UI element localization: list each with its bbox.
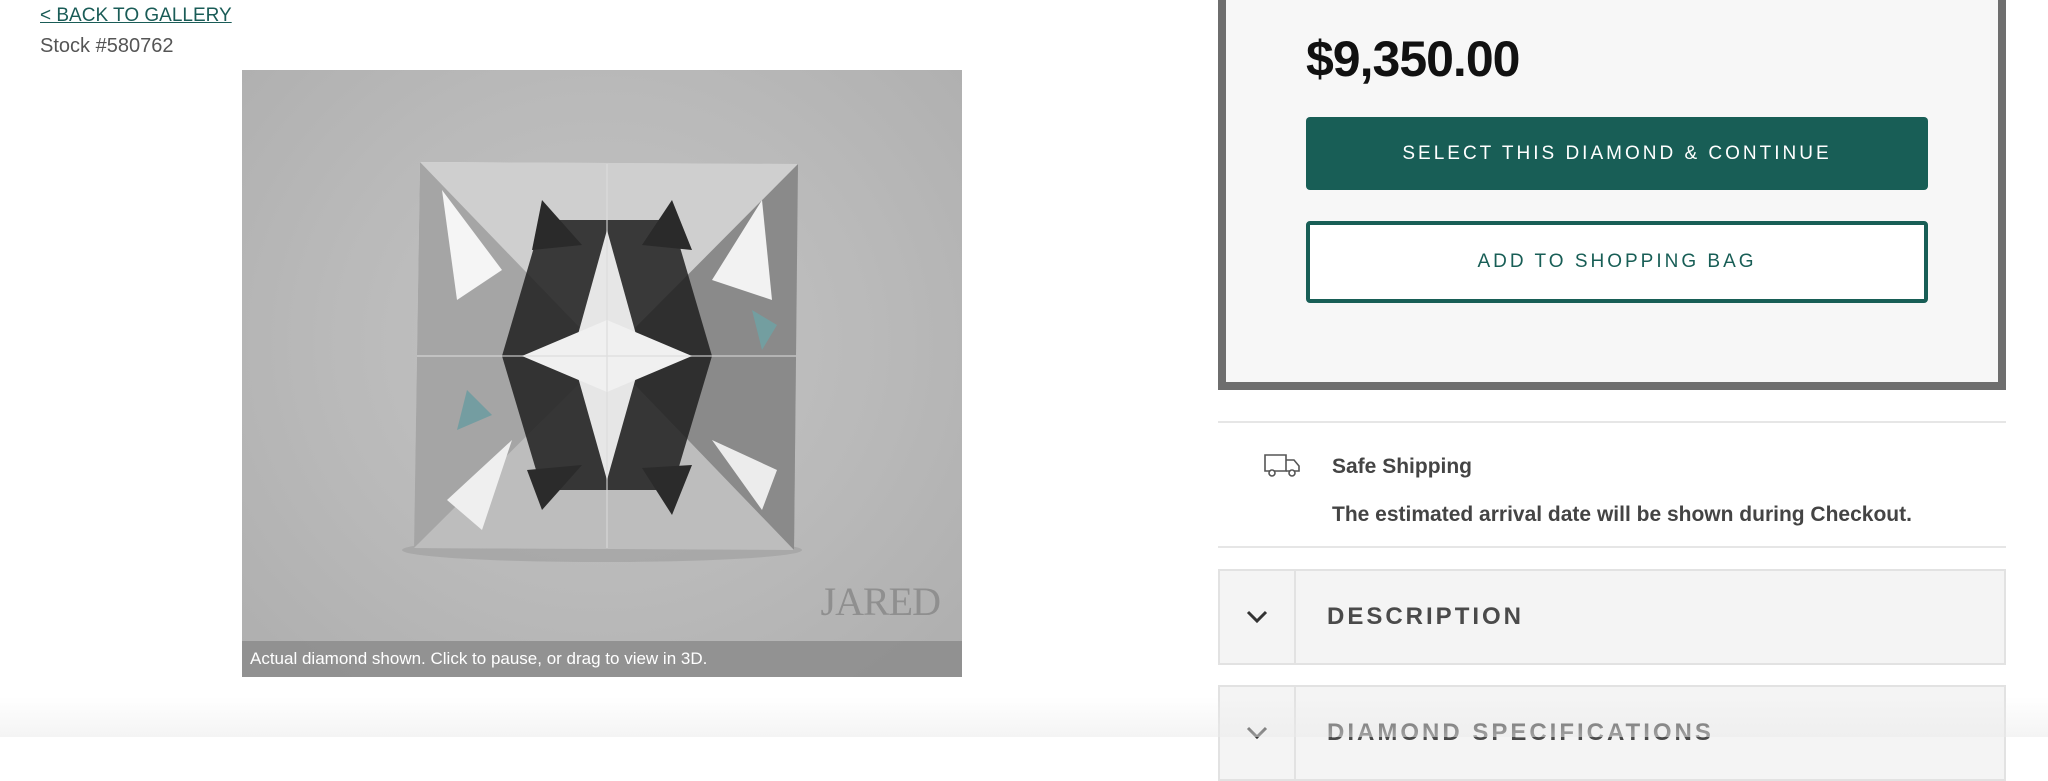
shipping-info: Safe Shipping The estimated arrival date… [1218,421,2006,548]
chevron-down-icon [1220,571,1296,663]
shipping-text: The estimated arrival date will be shown… [1332,503,1912,526]
viewer-caption: Actual diamond shown. Click to pause, or… [242,641,962,677]
diamond-specifications-accordion[interactable]: DIAMOND SPECIFICATIONS [1218,685,2006,781]
accordion-label: DIAMOND SPECIFICATIONS [1327,719,1714,746]
price: $9,350.00 [1306,31,1520,87]
description-accordion[interactable]: DESCRIPTION [1218,569,2006,665]
jared-watermark-logo: JARED [820,579,941,624]
shipping-title: Safe Shipping [1332,455,1473,478]
stock-number: Stock #580762 [40,35,174,57]
diamond-3d-viewer[interactable]: JARED Actual diamond shown. Click to pau… [242,70,962,677]
chevron-down-icon [1220,687,1296,779]
select-diamond-button[interactable]: SELECT THIS DIAMOND & CONTINUE [1306,117,1928,190]
back-to-gallery-link[interactable]: < BACK TO GALLERY [40,5,232,27]
add-to-bag-button[interactable]: ADD TO SHOPPING BAG [1306,221,1928,303]
purchase-panel: $9,350.00 SELECT THIS DIAMOND & CONTINUE… [1218,0,2006,390]
truck-icon [1262,451,1302,484]
accordion-label: DESCRIPTION [1327,603,1525,630]
